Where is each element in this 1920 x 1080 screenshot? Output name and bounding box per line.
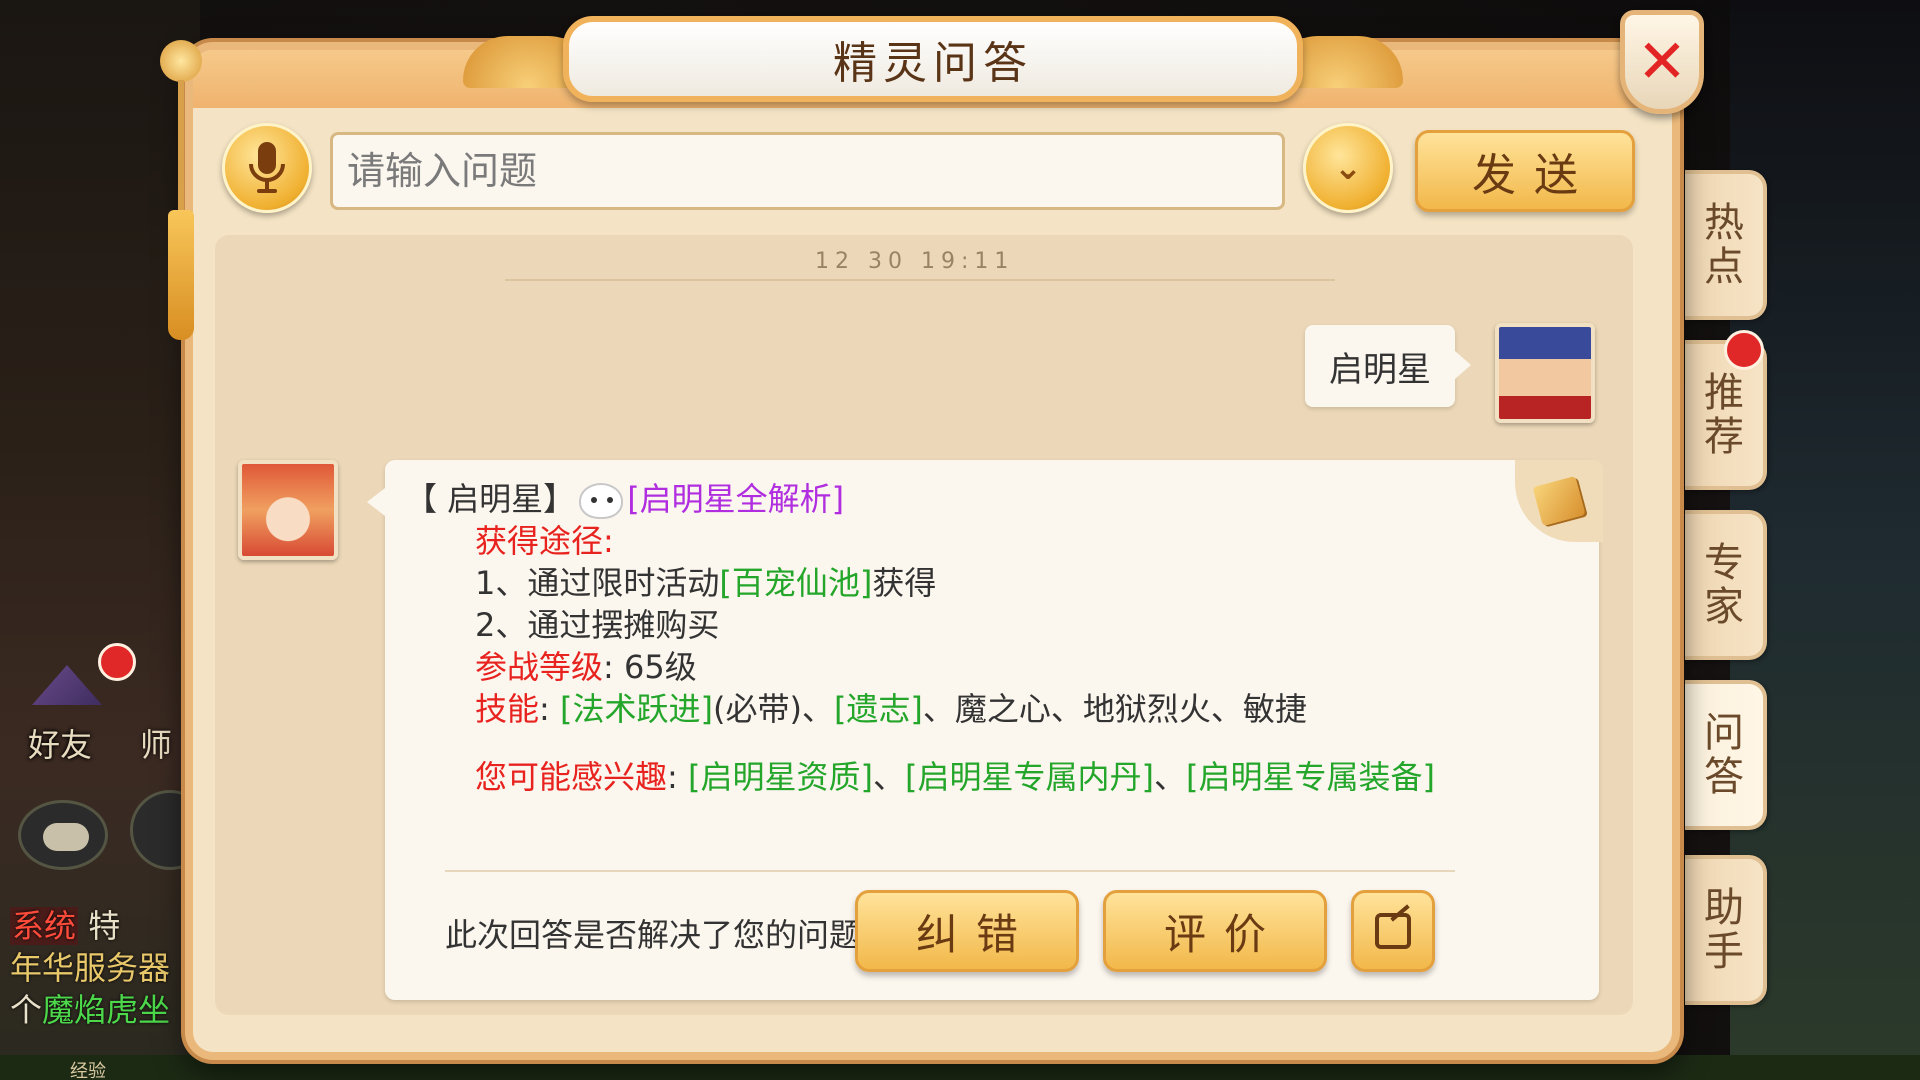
chat-area[interactable]: 12 30 19:11 启明星 【 启明星】 [启明星全解析] 获得途径: 1、通… (215, 235, 1633, 1015)
voice-input-button[interactable] (222, 123, 312, 213)
answer-bubble: 【 启明星】 [启明星全解析] 获得途径: 1、通过限时活动[百宠仙池]获得 2、… (367, 460, 1603, 1000)
correct-error-button[interactable]: 纠错 (855, 890, 1079, 972)
skill-link-legacy[interactable]: [遗志] (834, 690, 923, 728)
experience-label: 经验 (70, 1061, 106, 1080)
game-chat-log: 系统 特 年华服务器 个魔焰虎坐 (10, 905, 200, 1031)
chevron-down-icon: ⌄ (1333, 148, 1363, 188)
assistant-avatar (238, 460, 338, 560)
interest-sep-1: 、 (872, 758, 905, 796)
history-dropdown-button[interactable]: ⌄ (1303, 123, 1393, 213)
message-timestamp: 12 30 19:11 (815, 249, 1015, 274)
close-button[interactable]: ✕ (1620, 10, 1704, 114)
friends-button[interactable]: 好友 (18, 643, 136, 765)
skills-rest: 、魔之心、地狱烈火、敏捷 (922, 690, 1307, 728)
tab-hot-label-2: 点 (1704, 244, 1744, 290)
tab-expert[interactable]: 专 家 (1685, 510, 1767, 660)
share-icon (1375, 913, 1411, 949)
level-value: : 65级 (603, 648, 697, 686)
tab-recommend-label-1: 推 (1704, 370, 1744, 416)
user-avatar (1495, 323, 1595, 423)
tab-qa[interactable]: 问 答 (1685, 680, 1767, 830)
tab-qa-label-1: 问 (1704, 710, 1744, 756)
answer-title: 【 启明星】 (405, 480, 576, 518)
skills-colon: : (539, 690, 560, 728)
answer-content: 【 启明星】 [启明星全解析] 获得途径: 1、通过限时活动[百宠仙池]获得 2、… (405, 478, 1435, 798)
feedback-divider (445, 870, 1455, 872)
share-button[interactable] (1351, 890, 1435, 972)
chat-line-3-prefix: 个 (10, 991, 43, 1029)
obtain-1-suffix: 获得 (872, 564, 937, 602)
book-icon[interactable] (1515, 460, 1603, 542)
tab-assistant-label-1: 助 (1704, 885, 1744, 931)
level-label: 参战等级 (475, 648, 604, 686)
pet-pool-link[interactable]: [百宠仙池] (719, 564, 872, 602)
interest-link-inner-core[interactable]: [启明星专属内丹] (905, 758, 1154, 796)
recommend-notification-dot (1724, 330, 1764, 370)
friends-hat-icon (32, 665, 102, 705)
friends-label: 好友 (28, 726, 93, 764)
tab-recommend-label-2: 荐 (1704, 414, 1744, 460)
tab-expert-label-2: 家 (1704, 584, 1744, 630)
title-plate: 精灵问答 (563, 16, 1303, 102)
rate-button[interactable]: 评价 (1103, 890, 1327, 972)
feedback-question: 此次回答是否解决了您的问题? (445, 916, 878, 954)
pet-cat-icon (579, 483, 624, 519)
obtain-label: 获得途径: (475, 522, 614, 560)
close-icon: ✕ (1636, 27, 1688, 97)
tab-assistant[interactable]: 助 手 (1685, 855, 1767, 1005)
send-button[interactable]: 发送 (1415, 130, 1635, 212)
tassel-ornament (160, 40, 202, 340)
dialog-title: 精灵问答 (833, 38, 1033, 89)
tab-expert-label-1: 专 (1704, 540, 1744, 586)
chat-line-1: 特 (78, 907, 121, 945)
interest-link-aptitude[interactable]: [启明星资质] (688, 758, 873, 796)
user-message-bubble: 启明星 (1305, 325, 1471, 407)
question-input[interactable] (330, 132, 1285, 210)
microphone-icon (249, 142, 285, 193)
tab-hot-label-1: 热 (1704, 200, 1744, 246)
tab-assistant-label-2: 手 (1704, 929, 1744, 975)
friends-notification-dot (98, 643, 136, 681)
full-analysis-link[interactable]: [启明星全解析] (627, 480, 844, 518)
tab-hot[interactable]: 热 点 (1685, 170, 1767, 320)
timestamp-divider (505, 279, 1335, 281)
skill-note: (必带)、 (712, 690, 834, 728)
interest-sep-2: 、 (1153, 758, 1186, 796)
chat-bubble-icon[interactable] (18, 800, 108, 870)
chat-line-2: 年华服务器 (10, 949, 171, 987)
obtain-1-prefix: 1、通过限时活动 (475, 564, 720, 602)
chat-line-3-name[interactable]: 魔焰虎坐 (42, 991, 170, 1029)
interest-link-equipment[interactable]: [启明星专属装备] (1186, 758, 1435, 796)
skills-label: 技能 (475, 690, 540, 728)
skill-link-spell-leap[interactable]: [法术跃进] (560, 690, 713, 728)
system-tag: 系统 (10, 907, 79, 945)
tab-qa-label-2: 答 (1704, 754, 1744, 800)
interest-colon: : (667, 758, 688, 796)
master-label[interactable]: 师 (140, 720, 172, 766)
interest-label: 您可能感兴趣 (475, 758, 668, 796)
obtain-2: 2、通过摆摊购买 (475, 606, 720, 644)
